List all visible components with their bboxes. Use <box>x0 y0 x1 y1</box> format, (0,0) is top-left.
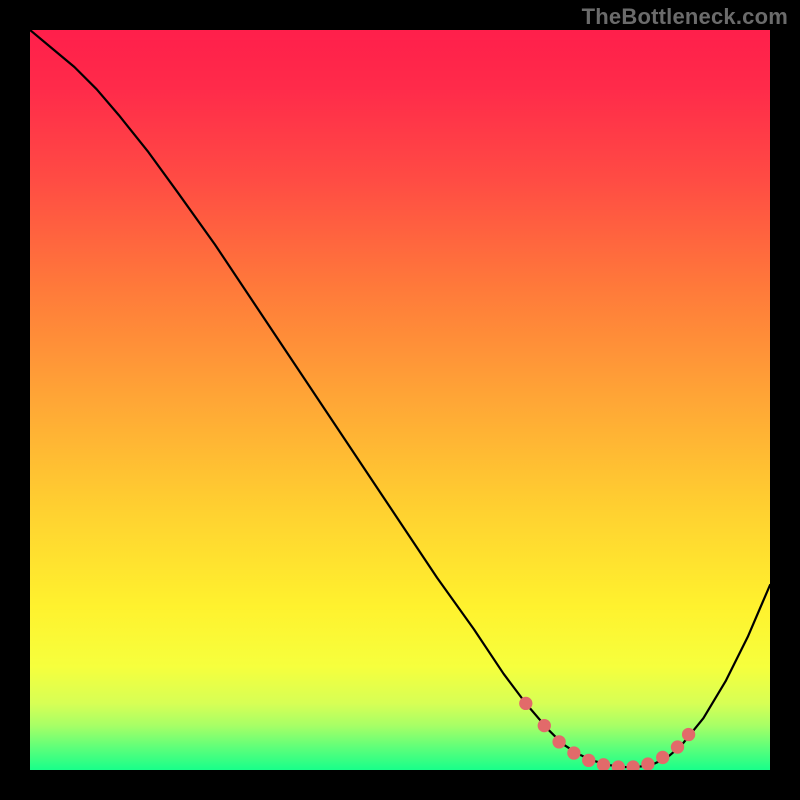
optimal-dot <box>656 751 669 764</box>
chart-container: TheBottleneck.com <box>0 0 800 800</box>
optimal-dot <box>519 697 532 710</box>
optimal-dot <box>567 746 580 759</box>
bottleneck-curve-chart <box>30 30 770 770</box>
optimal-dot <box>671 740 684 753</box>
optimal-dot <box>552 735 565 748</box>
optimal-dot <box>538 719 551 732</box>
optimal-dot <box>682 728 695 741</box>
optimal-dot <box>582 754 595 767</box>
gradient-background <box>30 30 770 770</box>
plot-area <box>30 30 770 770</box>
watermark-text: TheBottleneck.com <box>582 4 788 30</box>
